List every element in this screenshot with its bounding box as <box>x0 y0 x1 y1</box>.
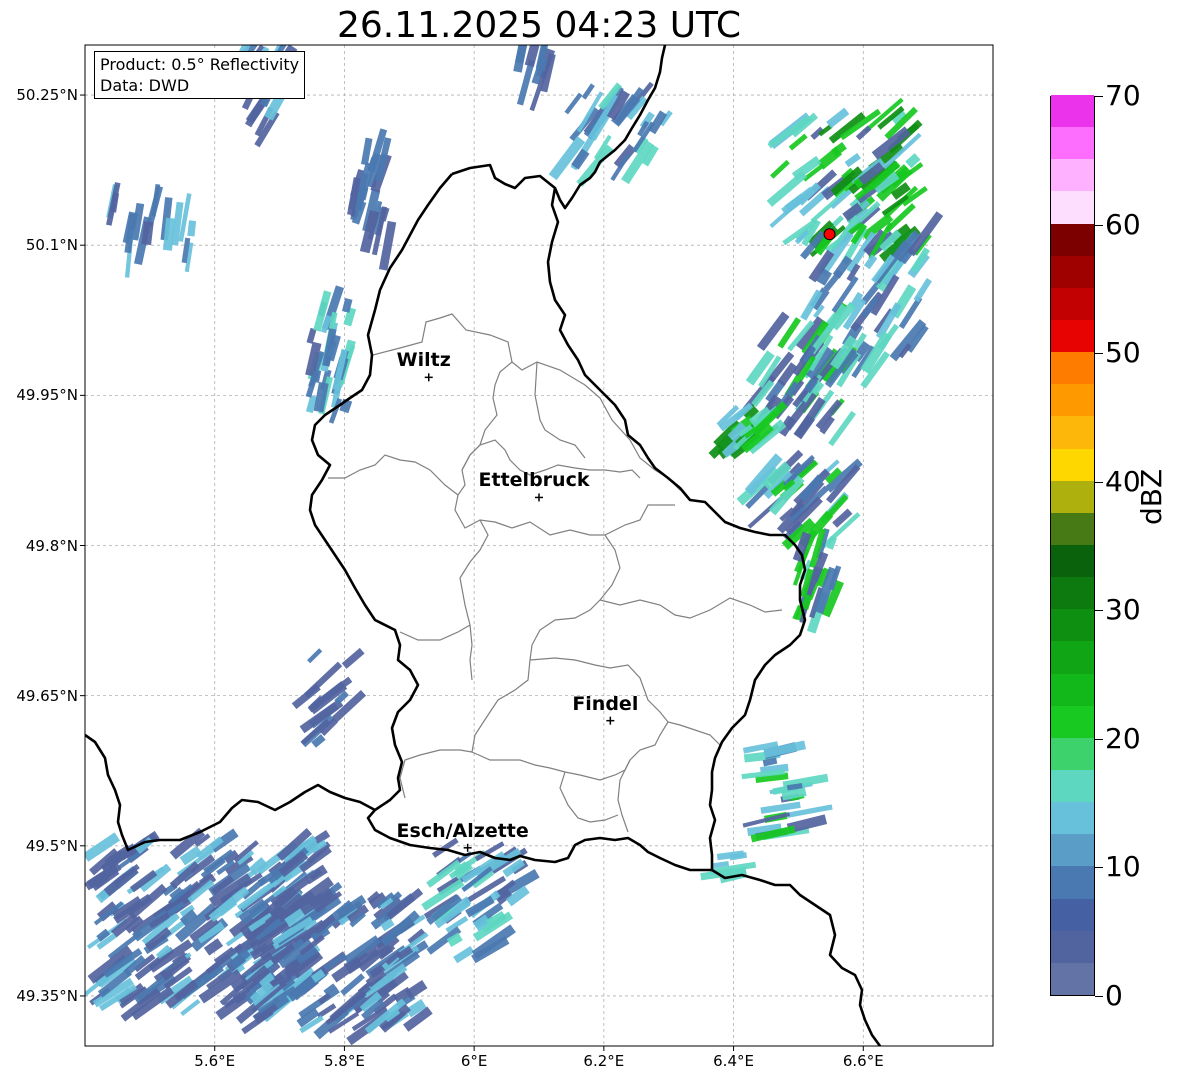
colorbar-tick <box>1095 96 1103 97</box>
colorbar-tick-label: 50 <box>1105 336 1141 370</box>
colorbar-segment <box>1051 640 1094 674</box>
radar-site-dot <box>823 228 836 241</box>
city-label: Ettelbruck <box>478 469 590 492</box>
radar-echo <box>770 159 790 179</box>
colorbar-segment <box>1051 94 1094 128</box>
colorbar-segment <box>1051 190 1094 224</box>
radar-echo <box>742 812 791 828</box>
radar-echo <box>864 254 878 270</box>
colorbar-tick-label: 60 <box>1105 207 1141 241</box>
colorbar-tick-label: 70 <box>1105 79 1141 112</box>
colorbar-tick <box>1095 481 1103 483</box>
x-tick-label: 6.4°E <box>713 1052 754 1070</box>
colorbar-tick <box>1095 867 1103 869</box>
y-tick-label: 49.35°N <box>16 986 78 1005</box>
radar-echo <box>564 92 583 115</box>
city-marker <box>463 843 472 852</box>
x-tick-label: 6.2°E <box>583 1052 625 1070</box>
colorbar-unit-label: dBZ <box>1135 468 1168 525</box>
colorbar-tick <box>1095 610 1103 612</box>
radar-echo <box>180 999 201 1017</box>
colorbar-segment <box>1051 383 1094 417</box>
city-marker <box>606 716 615 725</box>
radar-echo <box>828 410 857 447</box>
city-label: Esch/Alzette <box>396 819 529 842</box>
colorbar-tick <box>1095 996 1103 997</box>
radar-echo <box>844 153 861 168</box>
colorbar-segment <box>1051 544 1094 578</box>
colorbar-segment <box>1051 865 1094 899</box>
colorbar-tick <box>1095 738 1103 740</box>
colorbar-tick <box>1095 353 1103 355</box>
colorbar-tick-label: 20 <box>1105 721 1141 755</box>
y-tick-label: 50.1°N <box>25 236 78 255</box>
radar-echo <box>341 647 365 669</box>
radar-echo <box>187 220 197 237</box>
x-tick-label: 6°E <box>460 1052 488 1070</box>
y-tick-label: 49.65°N <box>16 686 78 705</box>
colorbar-tick <box>1095 224 1103 226</box>
radar-map <box>80 44 994 1051</box>
city-label: Wiltz <box>396 349 451 372</box>
colorbar-segment <box>1051 801 1094 835</box>
colorbar-tick-label: 30 <box>1105 593 1141 627</box>
radar-echo <box>767 116 811 149</box>
radar-site-marker <box>823 228 836 241</box>
colorbar-segment <box>1051 673 1094 706</box>
colorbar-segment <box>1051 576 1094 610</box>
colorbar-segment <box>1051 480 1094 513</box>
colorbar-segment <box>1051 415 1094 449</box>
data-source-label: Data: DWD <box>100 76 190 95</box>
product-label: Product: 0.5° Reflectivity <box>100 55 300 74</box>
map-title: 26.11.2025 04:23 UTC <box>336 5 742 46</box>
colorbar-segment <box>1051 287 1094 320</box>
colorbar-segment <box>1051 223 1094 256</box>
product-info-box: Product: 0.5° Reflectivity Data: DWD <box>94 51 306 99</box>
colorbar-segment <box>1051 833 1094 867</box>
radar-echo <box>307 648 323 664</box>
x-tick-label: 6.6°E <box>842 1052 884 1070</box>
colorbar-segment <box>1051 737 1094 770</box>
radar-echo <box>581 83 595 100</box>
canton-borders <box>328 313 783 833</box>
colorbar-segment <box>1051 769 1094 803</box>
colorbar-tick-label: 10 <box>1105 850 1141 884</box>
colorbar <box>1050 94 1095 996</box>
colorbar-segment <box>1051 962 1094 995</box>
colorbar-segment <box>1051 319 1094 353</box>
city-marker <box>535 493 543 502</box>
colorbar-segment <box>1051 255 1094 288</box>
city-label: Findel <box>572 692 639 715</box>
radar-echo <box>913 278 932 303</box>
colorbar-segment <box>1051 705 1094 738</box>
radar-echo <box>306 327 317 344</box>
colorbar-segment <box>1051 898 1094 931</box>
colorbar-segment <box>1051 512 1094 545</box>
colorbar-tick-label: 0 <box>1105 979 1123 1012</box>
colorbar-segment <box>1051 608 1094 642</box>
colorbar-segment <box>1051 126 1094 160</box>
x-tick-label: 5.6°E <box>194 1052 236 1070</box>
colorbar-segment <box>1051 448 1094 481</box>
y-tick-label: 49.5°N <box>25 836 78 855</box>
y-tick-label: 49.8°N <box>25 536 78 555</box>
colorbar-segment <box>1051 158 1094 192</box>
x-tick-label: 5.8°E <box>324 1052 365 1070</box>
radar-echo <box>788 133 808 151</box>
y-tick-label: 49.95°N <box>16 386 78 405</box>
y-tick-label: 50.25°N <box>16 86 78 105</box>
colorbar-segment <box>1051 351 1094 385</box>
radar-echoes <box>85 45 944 1046</box>
city-marker <box>424 373 433 382</box>
radar-echo <box>453 945 475 964</box>
colorbar-segment <box>1051 930 1094 963</box>
